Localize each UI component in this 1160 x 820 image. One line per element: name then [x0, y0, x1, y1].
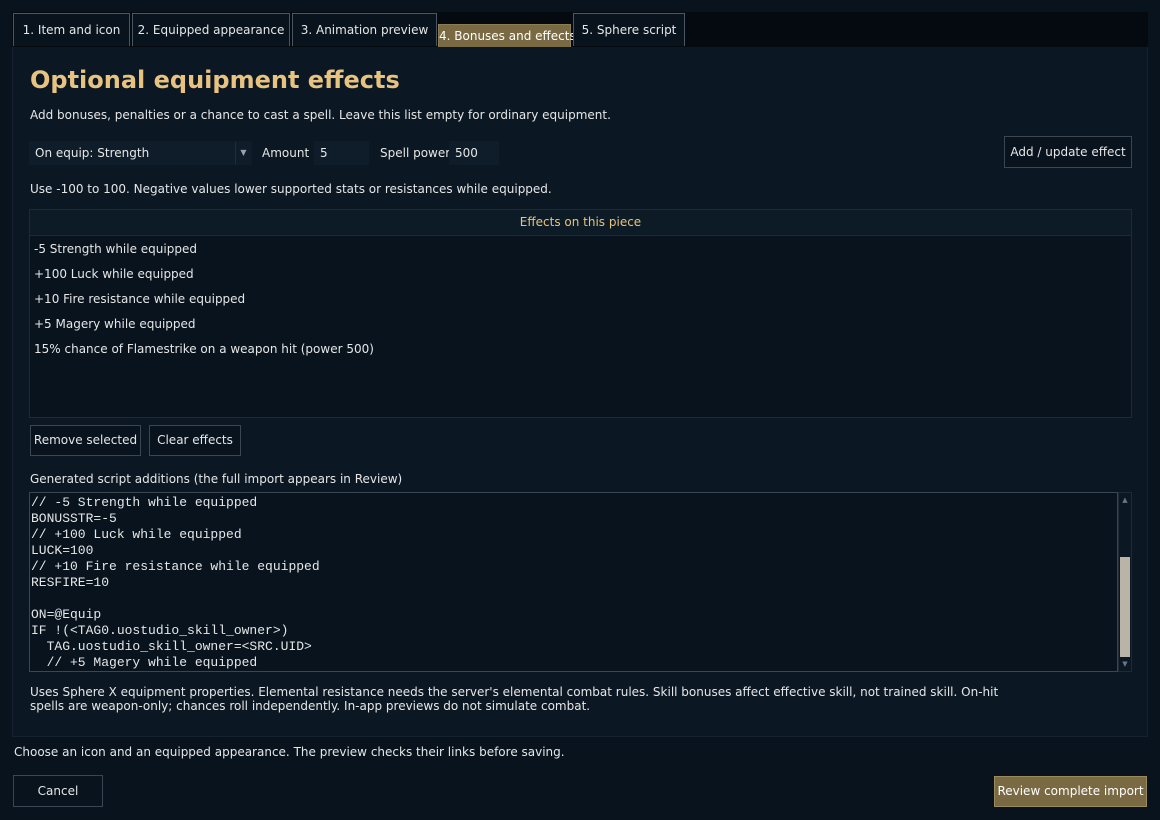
amount-hint: Use -100 to 100. Negative values lower s… [30, 182, 552, 196]
spell-power-label: Spell power [380, 146, 451, 160]
cancel-button[interactable]: Cancel [13, 775, 103, 807]
effects-list-header: Effects on this piece [30, 210, 1131, 236]
spell-power-input[interactable]: 500 [449, 141, 499, 165]
chevron-down-icon[interactable]: ▼ [235, 142, 251, 164]
notes-line-2: spells are weapon-only; chances roll ind… [30, 699, 591, 713]
section-title: Optional equipment effects [30, 66, 400, 94]
amount-input[interactable]: 5 [314, 141, 369, 165]
scroll-down-icon[interactable]: ▼ [1119, 658, 1131, 670]
remove-selected-button[interactable]: Remove selected [30, 425, 141, 456]
list-item[interactable]: +5 Magery while equipped [34, 317, 196, 331]
scroll-up-icon[interactable]: ▲ [1119, 494, 1131, 506]
notes-line-1: Uses Sphere X equipment properties. Elem… [30, 685, 999, 699]
review-complete-import-button[interactable]: Review complete import [994, 776, 1147, 807]
list-item[interactable]: 15% chance of Flamestrike on a weapon hi… [34, 342, 374, 356]
list-item[interactable]: -5 Strength while equipped [34, 242, 197, 256]
tab-equipped-appearance[interactable]: 2. Equipped appearance [132, 13, 290, 46]
list-item[interactable]: +10 Fire resistance while equipped [34, 292, 245, 306]
add-update-effect-button[interactable]: Add / update effect [1004, 136, 1132, 168]
effect-type-select[interactable]: On equip: Strength ▼ [29, 141, 252, 165]
tab-animation-preview[interactable]: 3. Animation preview [292, 13, 437, 46]
script-label: Generated script additions (the full imp… [30, 472, 403, 486]
clear-effects-button[interactable]: Clear effects [149, 425, 241, 456]
tab-bonuses-and-effects[interactable]: 4. Bonuses and effects [438, 24, 576, 49]
status-message: Choose an icon and an equipped appearanc… [14, 745, 565, 759]
effects-list[interactable]: Effects on this piece -5 Strength while … [29, 209, 1132, 418]
scroll-thumb[interactable] [1120, 557, 1130, 657]
amount-label: Amount [262, 146, 310, 160]
script-textbox[interactable]: // -5 Strength while equipped BONUSSTR=-… [29, 492, 1118, 672]
tab-sphere-script[interactable]: 5. Sphere script [573, 13, 685, 46]
section-description: Add bonuses, penalties or a chance to ca… [30, 108, 611, 122]
script-code: // -5 Strength while equipped BONUSSTR=-… [31, 495, 320, 670]
effect-type-value: On equip: Strength [35, 146, 150, 160]
list-item[interactable]: +100 Luck while equipped [34, 267, 194, 281]
script-scrollbar[interactable]: ▲ ▼ [1118, 492, 1132, 672]
tab-item-and-icon[interactable]: 1. Item and icon [13, 13, 130, 46]
